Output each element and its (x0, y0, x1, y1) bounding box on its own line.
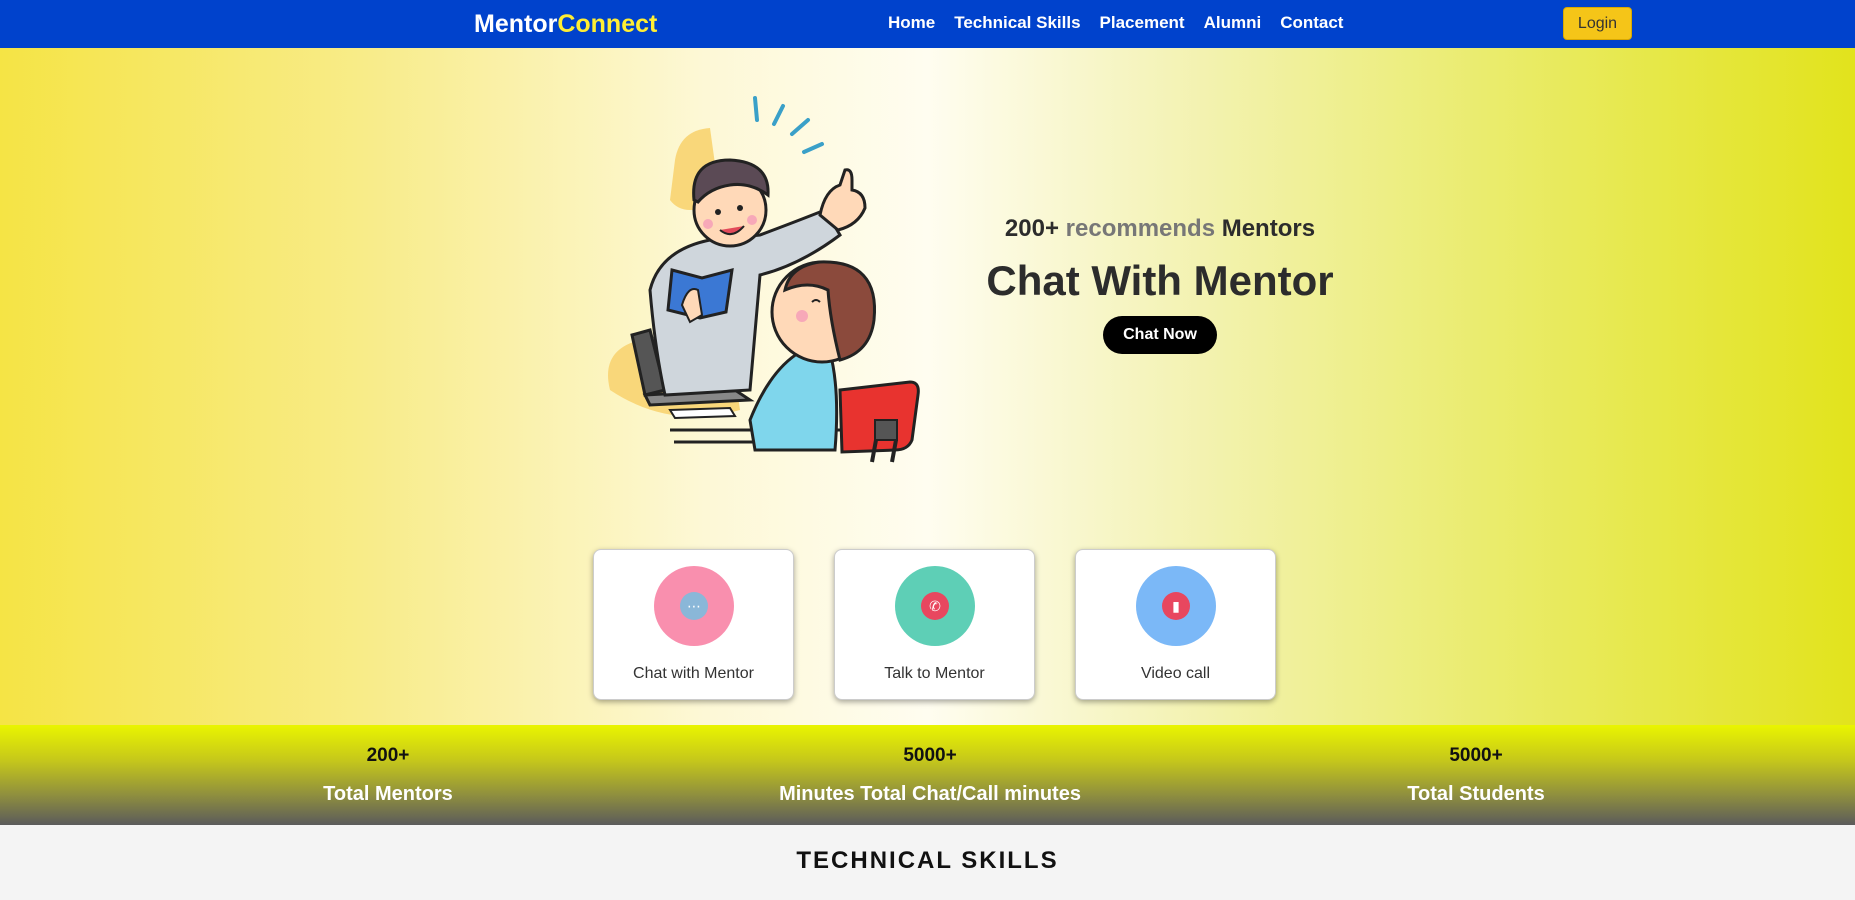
phone-icon-circle: ✆ (895, 566, 975, 646)
brand-part-1: Mentor (474, 10, 558, 38)
hero-subtitle-end: Mentors (1221, 215, 1316, 242)
chat-icon-circle: ⋯ (654, 566, 734, 646)
nav-link-home[interactable]: Home (888, 13, 935, 33)
stat-value: 200+ (366, 745, 410, 766)
phone-icon: ✆ (921, 592, 949, 620)
stat-minutes: 5000+ Minutes Total Chat/Call minutes (750, 745, 1110, 805)
service-card-chat[interactable]: ⋯ Chat with Mentor (593, 549, 794, 700)
hero-subtitle: 200+ recommends Mentors (960, 214, 1360, 244)
brand-logo[interactable]: MentorConnect (474, 10, 657, 38)
hero-title: Chat With Mentor (986, 257, 1334, 304)
service-cards: ⋯ Chat with Mentor ✆ Talk to Mentor ▮ Vi… (593, 549, 1276, 700)
nav-link-placement[interactable]: Placement (1100, 13, 1185, 33)
service-label-chat: Chat with Mentor (633, 665, 754, 682)
mentor-illustration (608, 96, 920, 463)
stat-label: Total Mentors (323, 783, 453, 805)
nav-link-technical-skills[interactable]: Technical Skills (954, 13, 1080, 33)
hero-text: 200+ recommends Mentors Chat With Mentor… (960, 214, 1360, 354)
stat-value: 5000+ (903, 745, 957, 766)
chat-now-button[interactable]: Chat Now (1103, 316, 1217, 354)
service-label-video: Video call (1140, 665, 1211, 682)
stat-students: 5000+ Total Students (1296, 745, 1656, 805)
hero-section: 200+ recommends Mentors Chat With Mentor… (0, 48, 1855, 725)
nav-link-alumni[interactable]: Alumni (1204, 13, 1262, 33)
hero-subtitle-recommends: recommends (1065, 215, 1216, 242)
service-card-video[interactable]: ▮ Video call (1075, 549, 1276, 700)
hero-subtitle-count: 200+ (1004, 215, 1059, 242)
video-icon-circle: ▮ (1136, 566, 1216, 646)
video-camera-icon: ▮ (1162, 592, 1190, 620)
stat-value: 5000+ (1449, 745, 1503, 766)
stats-bar: 200+ Total Mentors 5000+ Minutes Total C… (0, 725, 1855, 825)
stat-label: Minutes Total Chat/Call minutes (779, 783, 1081, 805)
nav-link-contact[interactable]: Contact (1280, 13, 1343, 33)
technical-skills-section: TECHNICAL SKILLS (0, 825, 1855, 900)
technical-skills-heading: TECHNICAL SKILLS (796, 847, 1059, 874)
login-button[interactable]: Login (1563, 7, 1632, 40)
stat-label: Total Students (1407, 783, 1545, 805)
service-card-talk[interactable]: ✆ Talk to Mentor (834, 549, 1035, 700)
stat-mentors: 200+ Total Mentors (208, 745, 568, 805)
service-label-talk: Talk to Mentor (884, 665, 985, 682)
nav-links: Home Technical Skills Placement Alumni C… (888, 13, 1343, 33)
brand-part-2: Connect (557, 10, 658, 38)
chat-bubble-icon: ⋯ (680, 592, 708, 620)
navbar: MentorConnect Home Technical Skills Plac… (0, 0, 1855, 48)
